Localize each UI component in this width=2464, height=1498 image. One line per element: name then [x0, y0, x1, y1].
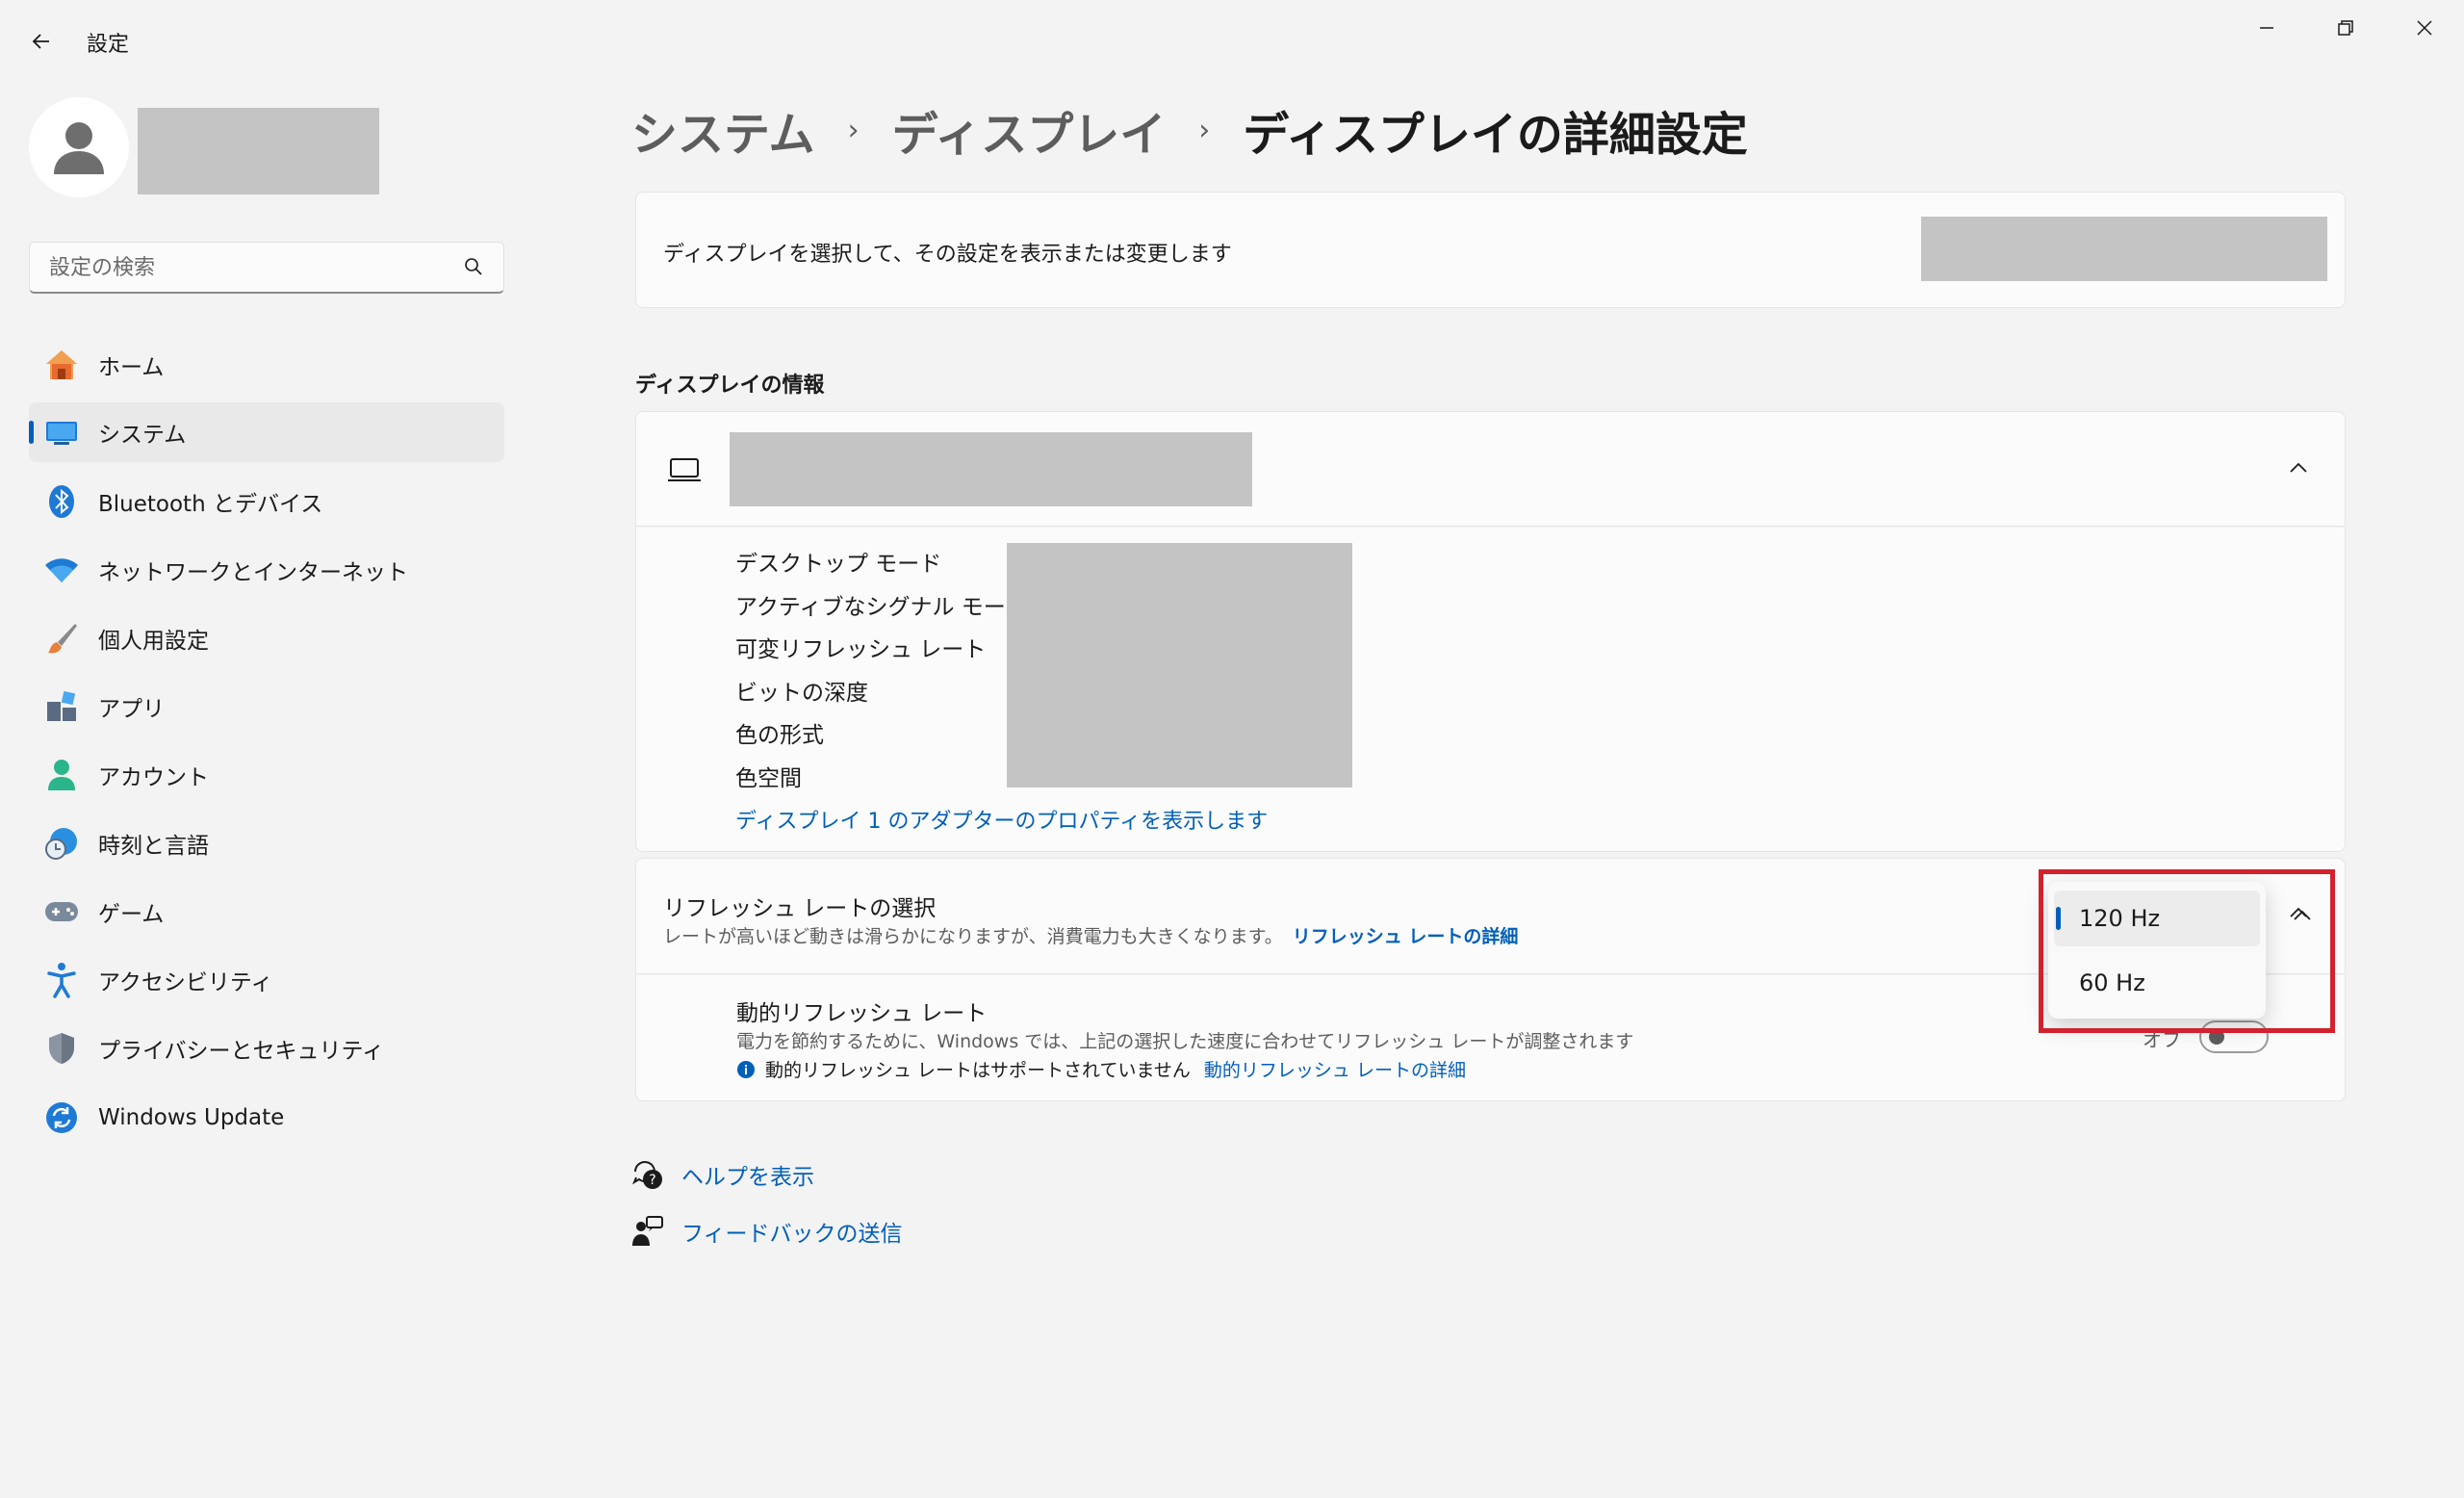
- brush-icon: [42, 619, 81, 658]
- info-label-color-space: 色空間: [735, 766, 802, 791]
- laptop-icon: [668, 458, 701, 481]
- help-row[interactable]: ? ヘルプを表示: [631, 1158, 814, 1191]
- search-icon: [465, 258, 482, 275]
- adapter-properties-link[interactable]: ディスプレイ 1 のアダプターのプロパティを表示します: [735, 804, 1268, 835]
- feedback-row[interactable]: フィードバックの送信: [631, 1215, 903, 1248]
- minimize-icon: [2260, 27, 2273, 29]
- system-icon: [42, 413, 81, 452]
- dynamic-refresh-status-row: 動的リフレッシュ レートはサポートされていません 動的リフレッシュ レートの詳細: [736, 1056, 1466, 1082]
- sidebar-item-label: 個人用設定: [98, 629, 209, 654]
- sidebar-item-accessibility[interactable]: アクセシビリティ: [29, 950, 504, 1010]
- search-input[interactable]: [47, 243, 455, 293]
- sidebar-item-label: Bluetooth とデバイス: [98, 492, 323, 517]
- account-icon: [42, 756, 81, 794]
- settings-search-box[interactable]: [29, 242, 504, 294]
- sidebar-item-windows-update[interactable]: Windows Update: [29, 1088, 504, 1148]
- back-arrow-icon: [32, 34, 49, 49]
- display-selector-redacted[interactable]: [1921, 217, 2327, 281]
- minimize-button[interactable]: [2241, 13, 2293, 42]
- sidebar-item-personalization[interactable]: 個人用設定: [29, 608, 504, 668]
- sidebar-item-label: ネットワークとインターネット: [98, 560, 408, 585]
- sidebar-item-label: アカウント: [98, 765, 209, 790]
- sidebar-item-gaming[interactable]: ゲーム: [29, 882, 504, 942]
- sidebar-item-label: アプリ: [98, 697, 165, 722]
- help-icon: ?: [631, 1161, 662, 1189]
- feedback-link[interactable]: フィードバックの送信: [681, 1215, 903, 1248]
- sidebar-item-label: Windows Update: [98, 1105, 285, 1130]
- dynamic-refresh-details-link[interactable]: 動的リフレッシュ レートの詳細: [1204, 1056, 1466, 1082]
- wifi-icon: [42, 551, 81, 589]
- breadcrumb-display[interactable]: ディスプレイ: [892, 96, 1167, 164]
- sidebar-item-label: ホーム: [98, 355, 165, 380]
- breadcrumb: システム › ディスプレイ › ディスプレイの詳細設定: [631, 96, 1748, 164]
- apps-icon: [42, 687, 81, 726]
- sidebar-item-label: 時刻と言語: [98, 834, 209, 859]
- sidebar-item-home[interactable]: ホーム: [29, 335, 504, 395]
- breadcrumb-system[interactable]: システム: [631, 96, 815, 164]
- gamepad-icon: [42, 892, 81, 931]
- sidebar-item-label: ゲーム: [98, 902, 165, 927]
- close-button[interactable]: [2399, 13, 2451, 42]
- select-display-label: ディスプレイを選択して、その設定を表示または変更します: [663, 243, 1232, 267]
- dynamic-refresh-unsupported: 動的リフレッシュ レートはサポートされていません: [765, 1060, 1191, 1081]
- refresh-rate-details-link[interactable]: リフレッシュ レートの詳細: [1293, 926, 1519, 947]
- user-icon: [54, 122, 104, 174]
- svg-text:?: ?: [649, 1173, 655, 1188]
- shield-icon: [42, 1029, 81, 1068]
- display-info-values-redacted: [1007, 543, 1352, 788]
- sidebar-item-label: アクセシビリティ: [98, 970, 273, 995]
- sidebar-item-bluetooth[interactable]: Bluetooth とデバイス: [29, 472, 504, 531]
- home-icon: [42, 346, 81, 384]
- breadcrumb-separator: ›: [1198, 113, 1211, 147]
- restore-icon: [2338, 20, 2353, 36]
- bluetooth-icon: [42, 482, 81, 521]
- sidebar-item-system[interactable]: システム: [29, 402, 504, 462]
- info-label-bit-depth: ビットの深度: [735, 681, 868, 706]
- display-info-heading: ディスプレイの情報: [635, 374, 825, 398]
- back-button[interactable]: [25, 25, 58, 58]
- feedback-icon: [632, 1216, 663, 1246]
- refresh-rate-title: リフレッシュ レートの選択: [663, 896, 937, 921]
- breadcrumb-separator: ›: [847, 113, 860, 147]
- display-info-header[interactable]: [635, 411, 2346, 527]
- refresh-rate-description: レートが高いほど動きは滑らかになりますが、消費電力も大きくなります。 リフレッシュ…: [663, 922, 1518, 948]
- dynamic-refresh-description: 電力を節約するために、Windows では、上記の選択した速度に合わせてリフレッ…: [736, 1031, 1634, 1052]
- account-name-redacted: [138, 108, 379, 194]
- info-label-desktop-mode: デスクトップ モード: [735, 552, 942, 577]
- refresh-rate-description-text: レートが高いほど動きは滑らかになりますが、消費電力も大きくなります。: [663, 926, 1283, 947]
- info-icon: [737, 1060, 755, 1078]
- clock-globe-icon: [42, 824, 81, 863]
- sidebar-item-apps[interactable]: アプリ: [29, 677, 504, 736]
- info-label-variable-refresh-rate: 可変リフレッシュ レート: [735, 637, 987, 662]
- page-title: ディスプレイの詳細設定: [1243, 108, 1748, 162]
- chevron-up-icon[interactable]: [2287, 458, 2310, 478]
- sidebar-item-accounts[interactable]: アカウント: [29, 745, 504, 805]
- sidebar-item-label: プライバシーとセキュリティ: [98, 1039, 385, 1064]
- select-display-card: ディスプレイを選択して、その設定を表示または変更します: [635, 192, 2346, 308]
- close-icon: [2417, 20, 2432, 36]
- sidebar-item-privacy-security[interactable]: プライバシーとセキュリティ: [29, 1019, 504, 1078]
- info-label-color-format: 色の形式: [735, 723, 824, 748]
- display-name-redacted: [730, 432, 1252, 506]
- accessibility-icon: [42, 961, 81, 999]
- info-label-active-signal-mode: アクティブなシグナル モード: [735, 595, 1028, 620]
- avatar: [29, 97, 129, 197]
- active-indicator: [29, 421, 34, 444]
- sidebar-item-label: システム: [98, 423, 187, 448]
- restore-button[interactable]: [2320, 13, 2372, 42]
- sidebar-item-time-language[interactable]: 時刻と言語: [29, 814, 504, 873]
- help-link[interactable]: ヘルプを表示: [681, 1158, 814, 1191]
- dynamic-refresh-title: 動的リフレッシュ レート: [736, 1001, 988, 1026]
- update-icon: [42, 1098, 81, 1137]
- highlight-box: [2039, 869, 2335, 1033]
- sidebar-item-network[interactable]: ネットワークとインターネット: [29, 540, 504, 600]
- window-title: 設定: [87, 33, 130, 57]
